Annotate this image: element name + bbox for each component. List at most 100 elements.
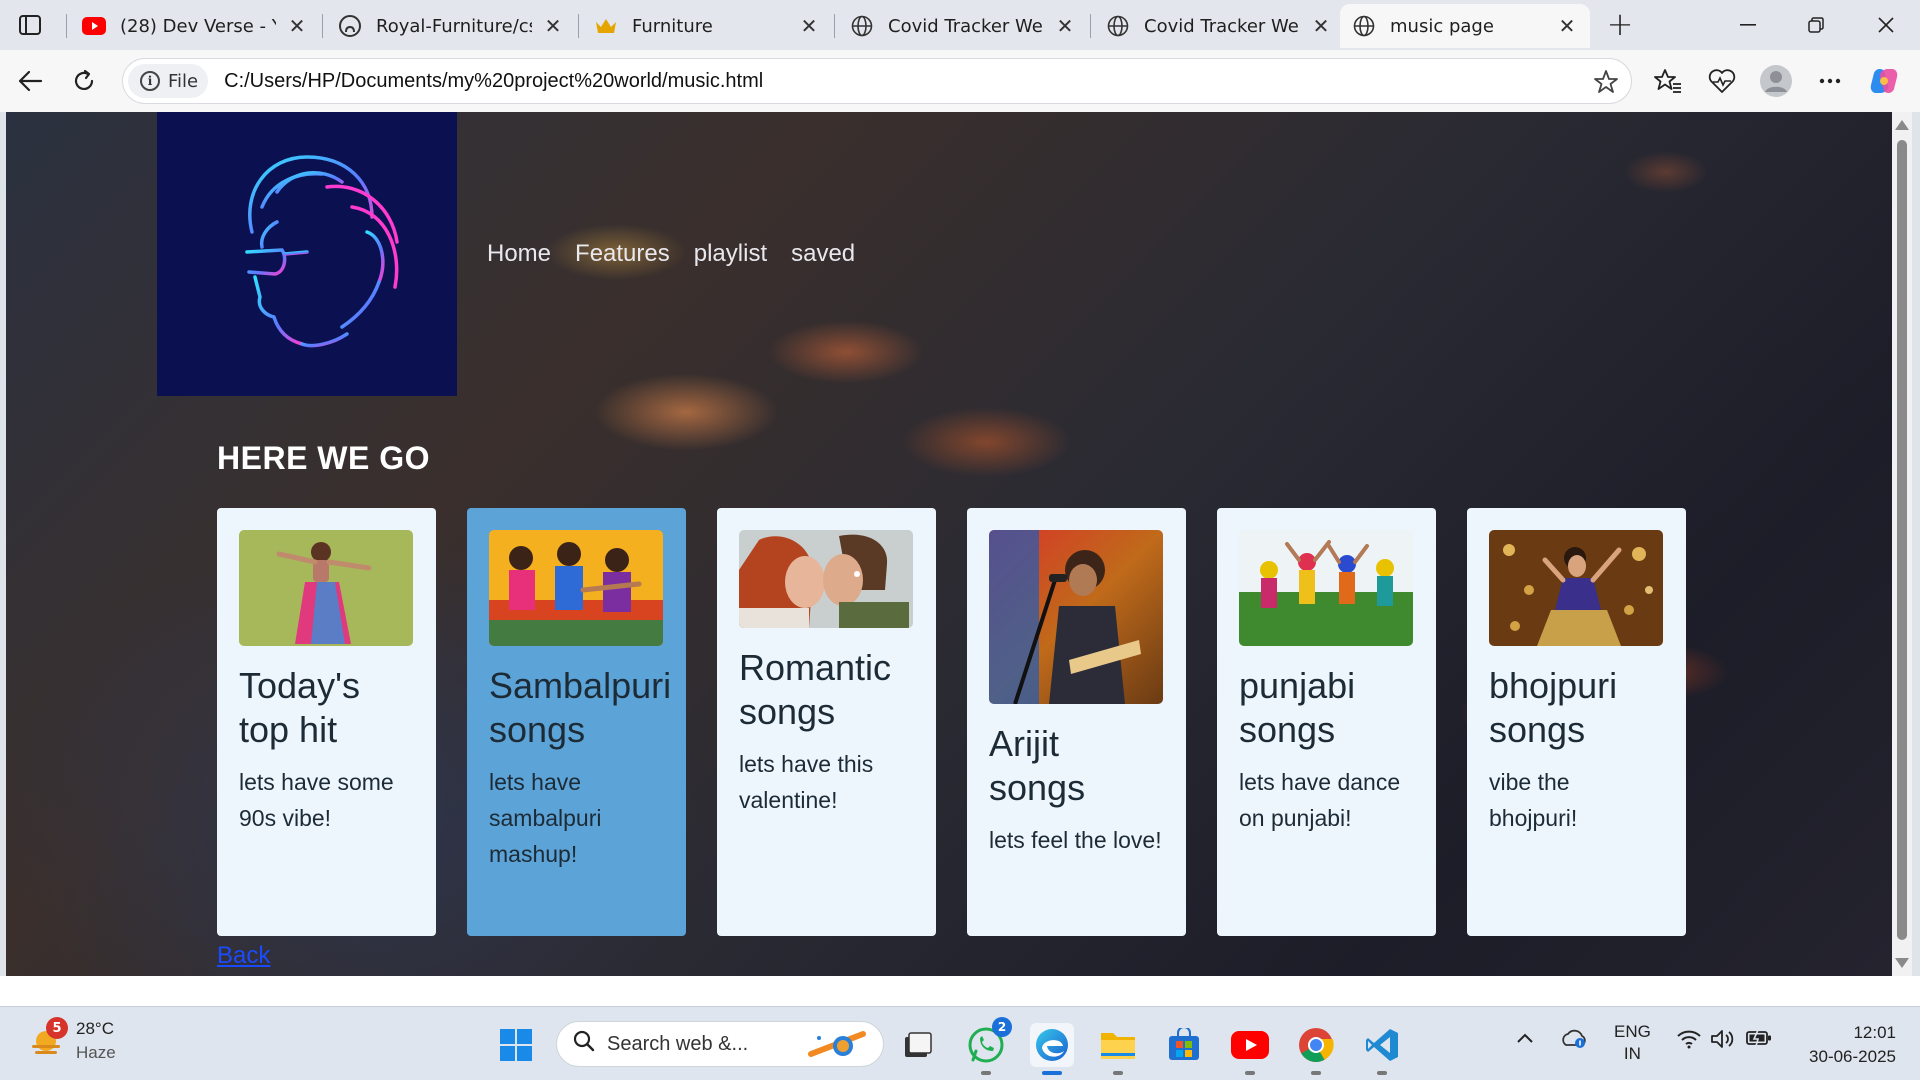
close-tab-icon[interactable]: ✕ xyxy=(1310,14,1332,38)
back-arrow-icon[interactable] xyxy=(12,63,48,99)
chrome-icon[interactable] xyxy=(1294,1023,1338,1075)
globe-icon xyxy=(1352,14,1376,38)
language-line2: IN xyxy=(1623,1044,1641,1063)
tab-label: Royal-Furniture/css/ xyxy=(376,15,532,37)
taskbar-search[interactable]: Search web &... xyxy=(556,1021,884,1067)
scroll-down-arrow-icon[interactable] xyxy=(1895,958,1909,968)
favorite-star-icon[interactable] xyxy=(1593,69,1619,99)
song-card-sambalpuri[interactable]: Sambalpuri songs lets have sambalpuri ma… xyxy=(467,508,686,936)
info-icon: i xyxy=(140,71,160,91)
close-tab-icon[interactable]: ✕ xyxy=(1054,14,1076,38)
main-nav: Home Features playlist saved xyxy=(487,240,855,268)
clock-date: 30-06-2025 xyxy=(1809,1047,1896,1066)
whatsapp-badge: 2 xyxy=(992,1017,1012,1037)
back-link[interactable]: Back xyxy=(217,942,270,970)
scrollbar-thumb[interactable] xyxy=(1897,140,1907,940)
browser-essentials-icon[interactable] xyxy=(1704,63,1740,99)
language-indicator[interactable]: ENG IN xyxy=(1614,1021,1651,1065)
song-card-punjabi[interactable]: punjabi songs lets have dance on punjabi… xyxy=(1217,508,1436,936)
page-heading: HERE WE GO xyxy=(217,440,431,476)
nav-playlist-link[interactable]: playlist xyxy=(694,240,767,268)
card-title: Arijit songs xyxy=(989,723,1086,808)
card-image xyxy=(489,530,663,646)
globe-icon xyxy=(850,14,874,38)
whatsapp-icon[interactable]: 2 xyxy=(964,1017,1012,1075)
new-tab-button[interactable]: + xyxy=(1602,8,1638,42)
card-description: lets have dance on punjabi! xyxy=(1239,769,1401,831)
song-card-bhojpuri[interactable]: bhojpuri songs vibe the bhojpuri! xyxy=(1467,508,1686,936)
close-window-button[interactable] xyxy=(1856,6,1916,44)
haze-weather-icon: 5 xyxy=(26,1017,68,1061)
card-description: lets have some 90s vibe! xyxy=(239,769,394,831)
browser-tab[interactable]: Royal-Furniture/css/ ✕ xyxy=(326,4,576,48)
minimize-button[interactable] xyxy=(1718,6,1778,44)
search-highlight-icon xyxy=(807,1028,871,1068)
profile-avatar[interactable] xyxy=(1758,63,1794,99)
card-image xyxy=(1239,530,1413,646)
browser-tab[interactable]: (28) Dev Verse - YouTube ✕ xyxy=(70,4,320,48)
browser-tab[interactable]: Covid Tracker Website ✕ xyxy=(1094,4,1344,48)
volume-icon[interactable] xyxy=(1710,1029,1736,1054)
weather-widget[interactable]: 5 28°C Haze xyxy=(26,1017,116,1065)
tab-label: Furniture xyxy=(632,15,713,37)
vscode-icon[interactable] xyxy=(1360,1023,1404,1075)
address-bar[interactable]: i File C:/Users/HP/Documents/my%20projec… xyxy=(122,58,1632,104)
clock[interactable]: 12:01 30-06-2025 xyxy=(1794,1021,1896,1069)
browser-tab[interactable]: Covid Tracker Website ✕ xyxy=(838,4,1088,48)
song-card-todays-top-hit[interactable]: Today's top hit lets have some 90s vibe! xyxy=(217,508,436,936)
song-card-arijit[interactable]: Arijit songs lets feel the love! xyxy=(967,508,1186,936)
close-tab-icon[interactable]: ✕ xyxy=(542,14,564,38)
weather-badge: 5 xyxy=(46,1017,68,1039)
tab-label: Covid Tracker Website xyxy=(1144,15,1300,37)
card-title: Sambalpuri songs xyxy=(489,665,672,750)
card-image xyxy=(1489,530,1663,646)
file-explorer-icon[interactable] xyxy=(1096,1023,1140,1075)
card-description: lets feel the love! xyxy=(989,827,1162,853)
show-hidden-icons-chevron-icon[interactable] xyxy=(1516,1031,1534,1049)
youtube-app-icon[interactable] xyxy=(1228,1023,1272,1075)
restore-button[interactable] xyxy=(1786,6,1846,44)
crown-icon xyxy=(594,14,618,38)
nav-saved-link[interactable]: saved xyxy=(791,240,855,268)
close-tab-icon[interactable]: ✕ xyxy=(286,14,308,38)
page-scrollbar[interactable] xyxy=(1892,112,1912,976)
microsoft-store-icon[interactable] xyxy=(1162,1023,1206,1067)
favorites-icon[interactable] xyxy=(1650,63,1686,99)
battery-icon[interactable] xyxy=(1746,1029,1772,1052)
browser-tab[interactable]: Furniture ✕ xyxy=(582,4,832,48)
site-info-button[interactable]: i File xyxy=(128,64,209,98)
windows-taskbar: 5 28°C Haze Search web &... 2 ENG IN 12:… xyxy=(0,1006,1920,1080)
card-image xyxy=(989,530,1163,704)
tab-label: music page xyxy=(1390,15,1494,37)
nav-home-link[interactable]: Home xyxy=(487,240,551,268)
task-view-icon[interactable] xyxy=(896,1023,940,1067)
page-bottom-strip xyxy=(0,976,1920,1006)
scroll-up-arrow-icon[interactable] xyxy=(1895,120,1909,130)
onedrive-cloud-icon[interactable] xyxy=(1560,1027,1588,1054)
close-tab-icon[interactable]: ✕ xyxy=(1556,14,1578,38)
browser-tab-active[interactable]: music page ✕ xyxy=(1340,4,1590,48)
youtube-icon xyxy=(82,14,106,38)
refresh-icon[interactable] xyxy=(66,63,102,99)
page-viewport: Home Features playlist saved HERE WE GO … xyxy=(6,112,1892,976)
card-title: bhojpuri songs xyxy=(1489,665,1618,750)
url-text[interactable]: C:/Users/HP/Documents/my%20project%20wor… xyxy=(224,70,763,93)
edge-browser-icon[interactable] xyxy=(1030,1023,1074,1075)
scheme-label: File xyxy=(168,70,199,92)
card-description: vibe the bhojpuri! xyxy=(1489,769,1578,831)
browser-toolbar: i File C:/Users/HP/Documents/my%20projec… xyxy=(0,50,1920,112)
card-description: lets have this valentine! xyxy=(739,751,874,813)
more-options-icon[interactable] xyxy=(1812,63,1848,99)
globe-icon xyxy=(1106,14,1130,38)
nav-features-link[interactable]: Features xyxy=(575,240,670,268)
close-tab-icon[interactable]: ✕ xyxy=(798,14,820,38)
tab-label: Covid Tracker Website xyxy=(888,15,1044,37)
tab-actions-icon[interactable] xyxy=(14,10,46,40)
copilot-icon[interactable] xyxy=(1866,63,1902,99)
card-image xyxy=(739,530,913,628)
weather-condition: Haze xyxy=(76,1043,116,1062)
start-button[interactable] xyxy=(494,1023,538,1067)
clock-time: 12:01 xyxy=(1853,1023,1896,1042)
song-card-romantic[interactable]: Romantic songs lets have this valentine! xyxy=(717,508,936,936)
wifi-icon[interactable] xyxy=(1676,1029,1702,1054)
